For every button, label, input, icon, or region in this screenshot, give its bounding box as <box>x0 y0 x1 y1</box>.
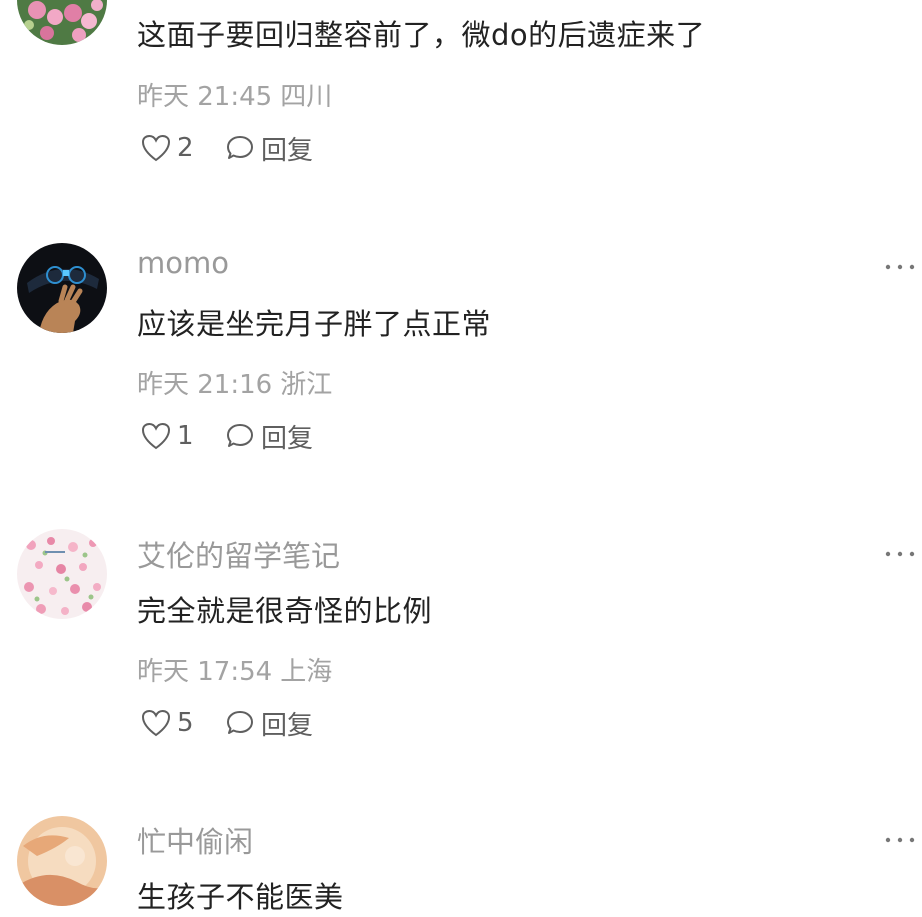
comment-time: 昨天 21:16 <box>137 370 273 400</box>
username[interactable]: 艾伦的留学笔记 <box>137 533 340 575</box>
reply-label: 回复 <box>261 135 314 166</box>
like-button[interactable]: 5 <box>140 708 197 738</box>
avatar[interactable] <box>17 0 107 45</box>
comment-text: 完全就是很奇怪的比例 <box>137 594 433 628</box>
comment-text: 这面子要回归整容前了，微do的后遗症来了 <box>137 18 706 52</box>
reply-button[interactable]: 回复 <box>225 130 313 167</box>
avatar[interactable] <box>17 243 107 333</box>
comment-item: 这面子要回归整容前了，微do的后遗症来了 昨天 21:45 四川 2 回复 <box>0 0 922 200</box>
comment-actions: 2 回复 <box>140 130 313 167</box>
like-button[interactable]: 2 <box>140 133 197 163</box>
username[interactable]: 忙中偷闲 <box>137 819 253 861</box>
more-dots-icon <box>885 551 915 557</box>
comment-meta: 昨天 17:54 上海 <box>137 651 332 688</box>
comment-meta: 昨天 21:16 浙江 <box>137 364 332 401</box>
like-count: 2 <box>177 133 194 163</box>
comment-location: 浙江 <box>280 370 333 400</box>
comment-location: 四川 <box>280 82 333 112</box>
speech-bubble-icon <box>227 136 253 159</box>
speech-bubble-icon <box>227 424 253 447</box>
more-dots-icon <box>885 264 915 270</box>
more-options-button[interactable] <box>882 257 918 277</box>
avatar[interactable] <box>17 529 107 619</box>
reply-button[interactable]: 回复 <box>225 418 313 455</box>
comment-text: 生孩子不能医美 <box>137 880 344 914</box>
like-count: 1 <box>177 421 194 451</box>
comment-meta: 昨天 21:45 四川 <box>137 76 332 113</box>
heart-outline-icon <box>141 134 171 162</box>
heart-outline-icon <box>141 422 171 450</box>
comment-text: 应该是坐完月子胖了点正常 <box>137 307 492 341</box>
username[interactable]: momo <box>137 246 229 280</box>
like-count: 5 <box>177 708 194 738</box>
reply-button[interactable]: 回复 <box>225 705 313 742</box>
comment-time: 昨天 17:54 <box>137 657 273 687</box>
speech-bubble-icon <box>227 711 253 734</box>
reply-label: 回复 <box>261 710 314 741</box>
more-options-button[interactable] <box>882 544 918 564</box>
comment-item: momo 应该是坐完月子胖了点正常 昨天 21:16 浙江 1 回复 <box>0 240 922 480</box>
like-button[interactable]: 1 <box>140 421 197 451</box>
more-options-button[interactable] <box>882 830 918 850</box>
comment-location: 上海 <box>280 657 333 687</box>
comment-item: 艾伦的留学笔记 完全就是很奇怪的比例 昨天 17:54 上海 5 回复 <box>0 527 922 767</box>
heart-outline-icon <box>141 709 171 737</box>
reply-label: 回复 <box>261 423 314 454</box>
comment-time: 昨天 21:45 <box>137 82 273 112</box>
comment-item: 忙中偷闲 生孩子不能医美 <box>0 813 922 917</box>
comment-actions: 5 回复 <box>140 705 313 742</box>
more-dots-icon <box>885 837 915 843</box>
comment-actions: 1 回复 <box>140 418 313 455</box>
avatar[interactable] <box>17 816 107 906</box>
